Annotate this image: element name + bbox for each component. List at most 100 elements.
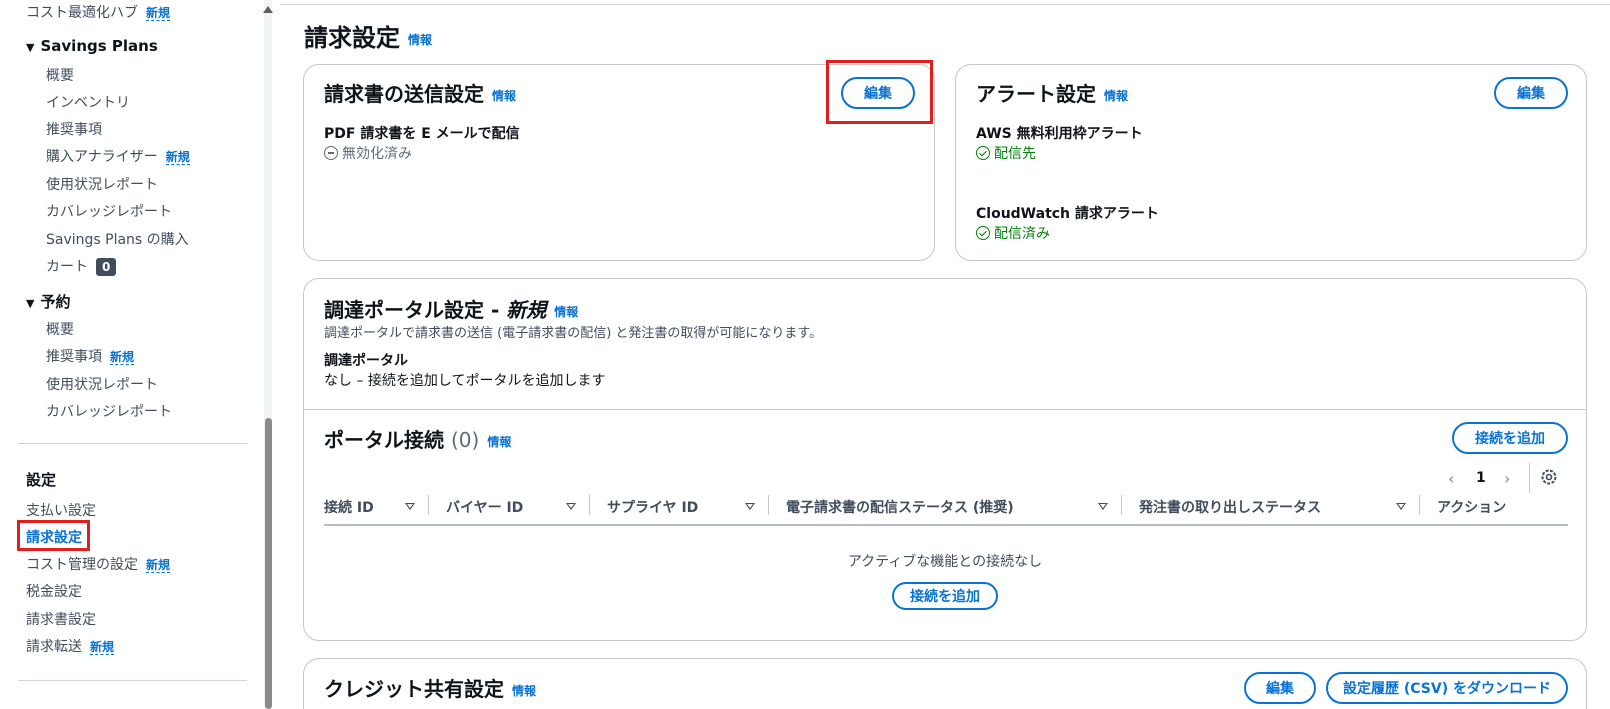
- sidebar-item-ri-recommendations[interactable]: 推奨事項 新規: [46, 346, 135, 366]
- sidebar-item-sp-inventory[interactable]: インベントリ: [46, 92, 130, 112]
- sidebar-item-label: 請求書設定: [26, 612, 96, 628]
- column-separator[interactable]: [1419, 495, 1420, 515]
- sidebar-item-sp-coverage-report[interactable]: カバレッジレポート: [46, 201, 172, 221]
- page-number[interactable]: 1: [1476, 470, 1486, 486]
- connections-count: (0): [450, 428, 480, 452]
- sidebar-item-label: カバレッジレポート: [46, 204, 172, 220]
- settings-gear-icon[interactable]: [1540, 468, 1558, 486]
- credit-sharing-title: クレジット共有設定 情報: [324, 673, 536, 702]
- sidebar-item-payment-settings[interactable]: 支払い設定: [26, 500, 96, 520]
- sidebar: コスト最適化ハブ 新規 ▼ Savings Plans 概要 インベントリ 推奨事項…: [0, 0, 270, 709]
- credit-sharing-edit-button[interactable]: 編集: [1244, 672, 1316, 704]
- alert-settings-title: アラート設定 情報: [976, 78, 1128, 107]
- sidebar-item-sp-cart[interactable]: カート 0: [46, 256, 117, 276]
- column-header-buyer-id[interactable]: バイヤー ID: [446, 497, 523, 517]
- sidebar-item-label: 推奨事項: [46, 349, 102, 365]
- info-link[interactable]: 情報: [492, 89, 516, 103]
- disabled-status-icon: [324, 146, 338, 160]
- new-badge: 新規: [110, 350, 135, 365]
- column-separator[interactable]: [428, 495, 429, 515]
- column-header-connection-id[interactable]: 接続 ID: [324, 497, 374, 517]
- scroll-up-arrow-icon[interactable]: [263, 6, 273, 13]
- column-separator[interactable]: [768, 495, 769, 515]
- invoice-delivery-title: 請求書の送信設定 情報: [324, 78, 516, 107]
- sidebar-item-ri-coverage-report[interactable]: カバレッジレポート: [46, 401, 172, 421]
- sidebar-item-label: Savings Plans の購入: [46, 232, 189, 248]
- info-link[interactable]: 情報: [554, 305, 578, 319]
- cloudwatch-alert-label: CloudWatch 請求アラート: [976, 206, 1159, 222]
- sidebar-item-cost-optimization-hub[interactable]: コスト最適化ハブ 新規: [26, 2, 171, 22]
- sidebar-item-sp-overview[interactable]: 概要: [46, 65, 74, 85]
- sort-icon[interactable]: [1098, 503, 1108, 510]
- download-history-csv-button[interactable]: 設定履歴 (CSV) をダウンロード: [1326, 672, 1568, 704]
- column-separator[interactable]: [1121, 495, 1122, 515]
- free-tier-alert-status: 配信先: [976, 143, 1036, 163]
- column-header-po-status[interactable]: 発注書の取り出しステータス: [1139, 497, 1321, 517]
- free-tier-alert-label: AWS 無料利用枠アラート: [976, 126, 1143, 142]
- table-header-divider: [324, 524, 1568, 526]
- cloudwatch-alert-status: 配信済み: [976, 223, 1050, 243]
- column-header-supplier-id[interactable]: サプライヤ ID: [607, 497, 698, 517]
- sort-icon[interactable]: [405, 503, 415, 510]
- highlight-box: [17, 520, 90, 551]
- sidebar-item-sp-utilization-report[interactable]: 使用状況レポート: [46, 174, 158, 194]
- success-check-icon: [976, 146, 990, 160]
- section-settings: 設定: [26, 469, 56, 490]
- status-text: 無効化済み: [342, 146, 412, 162]
- column-separator[interactable]: [589, 495, 590, 515]
- sidebar-item-billing-transfer[interactable]: 請求転送 新規: [26, 636, 115, 656]
- status-text: 配信済み: [994, 226, 1050, 242]
- section-heading: 予約: [40, 293, 71, 311]
- procurement-title: 調達ポータル設定 - 新規 情報: [324, 294, 578, 323]
- sort-icon[interactable]: [1396, 503, 1406, 510]
- info-link[interactable]: 情報: [1104, 89, 1128, 103]
- highlight-box: [826, 60, 933, 124]
- sidebar-item-label: カート: [46, 259, 88, 275]
- info-link[interactable]: 情報: [408, 33, 432, 47]
- sort-icon[interactable]: [566, 503, 576, 510]
- sidebar-item-sp-recommendations[interactable]: 推奨事項: [46, 119, 102, 139]
- sidebar-item-label: 購入アナライザー: [46, 149, 158, 165]
- empty-state-add-connection-button[interactable]: 接続を追加: [892, 582, 998, 610]
- card-title-text: 調達ポータル設定 -: [324, 298, 507, 322]
- info-link[interactable]: 情報: [487, 435, 511, 449]
- sidebar-item-label: 概要: [46, 68, 74, 84]
- procurement-portal-value: なし – 接続を追加してポータルを追加します: [324, 373, 606, 389]
- procurement-portal-label: 調達ポータル: [324, 353, 408, 369]
- sidebar-item-ri-utilization-report[interactable]: 使用状況レポート: [46, 374, 158, 394]
- sidebar-item-label: 使用状況レポート: [46, 377, 158, 393]
- sidebar-item-label: 請求転送: [26, 639, 82, 655]
- alert-settings-edit-button[interactable]: 編集: [1494, 77, 1568, 109]
- section-savings-plans[interactable]: ▼ Savings Plans: [26, 37, 158, 55]
- add-connection-button[interactable]: 接続を追加: [1452, 422, 1568, 454]
- caret-down-icon: ▼: [26, 297, 35, 310]
- sidebar-item-label: 使用状況レポート: [46, 177, 158, 193]
- sidebar-item-label: 概要: [46, 322, 74, 338]
- pdf-email-label: PDF 請求書を E メールで配信: [324, 126, 520, 142]
- card-title-text: アラート設定: [976, 82, 1096, 106]
- procurement-description: 調達ポータルで請求書の送信 (電子請求書の配信) と発注書の取得が可能になります…: [324, 326, 823, 341]
- sidebar-divider: [18, 443, 247, 444]
- card-title-text: ポータル接続: [324, 428, 444, 452]
- sidebar-item-sp-purchase[interactable]: Savings Plans の購入: [46, 229, 189, 249]
- card-title-text: 請求書の送信設定: [324, 82, 484, 106]
- sidebar-item-sp-purchase-analyzer[interactable]: 購入アナライザー 新規: [46, 146, 190, 166]
- sidebar-item-invoice-settings[interactable]: 請求書設定: [26, 609, 96, 629]
- sort-icon[interactable]: [745, 503, 755, 510]
- info-link[interactable]: 情報: [512, 684, 536, 698]
- column-header-actions: アクション: [1437, 500, 1507, 516]
- column-header-einvoice-status[interactable]: 電子請求書の配信ステータス (推奨): [786, 497, 1014, 517]
- card-title-new: 新規: [506, 298, 547, 322]
- section-reservations[interactable]: ▼ 予約: [26, 291, 70, 312]
- next-page-icon[interactable]: ›: [1504, 469, 1510, 488]
- prev-page-icon[interactable]: ‹: [1448, 469, 1454, 488]
- sidebar-item-label: 支払い設定: [26, 503, 96, 519]
- sidebar-item-tax-settings[interactable]: 税金設定: [26, 581, 82, 601]
- sidebar-item-ri-overview[interactable]: 概要: [46, 319, 74, 339]
- sidebar-item-label: 推奨事項: [46, 122, 102, 138]
- sidebar-item-label: インベントリ: [46, 95, 130, 111]
- pdf-email-status: 無効化済み: [324, 143, 412, 163]
- success-check-icon: [976, 226, 990, 240]
- new-badge: 新規: [165, 150, 190, 165]
- page-title: 請求設定 情報: [304, 18, 432, 53]
